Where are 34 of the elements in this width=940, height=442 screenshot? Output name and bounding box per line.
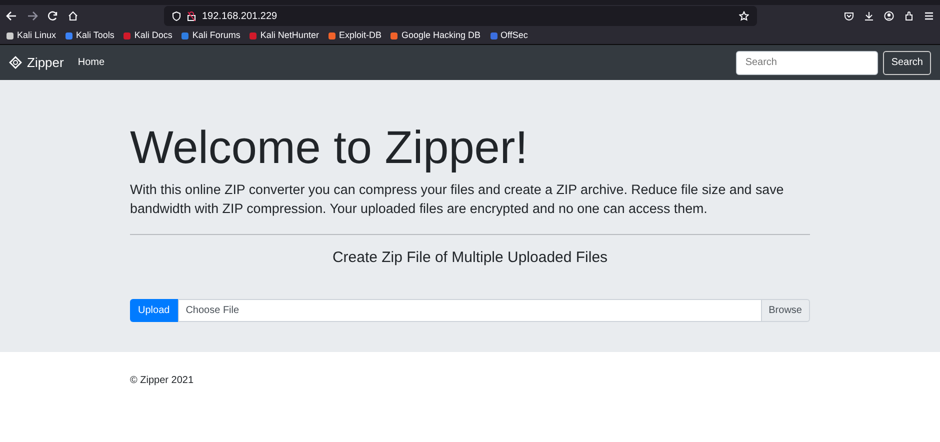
download-icon[interactable]	[864, 11, 874, 21]
search-button[interactable]: Search	[883, 50, 931, 74]
reload-icon[interactable]	[48, 11, 58, 21]
bookmark-link[interactable]: Google Hacking DB	[390, 28, 481, 42]
browse-button[interactable]: Browse	[762, 298, 810, 322]
file-input-field[interactable]: Choose File	[178, 298, 762, 322]
bookmark-link[interactable]: Exploit-DB	[328, 28, 382, 42]
lock-icon	[187, 11, 196, 21]
bookmark-link[interactable]: Kali Linux	[6, 28, 56, 42]
hero-title: Welcome to Zipper!	[130, 120, 529, 175]
star-icon[interactable]	[739, 11, 749, 21]
section-subtitle: Create Zip File of Multiple Uploaded Files	[331, 248, 609, 268]
back-icon[interactable]	[6, 11, 17, 21]
bookmark-link[interactable]: Kali Docs	[123, 28, 172, 42]
account-icon[interactable]	[884, 11, 894, 21]
bookmark-link[interactable]: Kali Tools	[65, 28, 114, 42]
bookmark-link[interactable]: OffSec	[490, 28, 528, 42]
address-bar[interactable]: 192.168.201.229	[164, 6, 757, 26]
logo-icon	[9, 56, 22, 69]
footer-text: © Zipper 2021	[130, 375, 194, 386]
pocket-icon[interactable]	[844, 11, 854, 21]
nav-link[interactable]: Home	[78, 55, 105, 70]
bookmark-link[interactable]: Kali Forums	[181, 28, 240, 42]
search-field[interactable]: Search	[736, 50, 878, 74]
extensions-icon[interactable]	[904, 11, 914, 21]
shield-icon	[172, 11, 181, 21]
menu-icon[interactable]	[924, 11, 934, 21]
upload-button[interactable]: Upload	[130, 298, 178, 322]
bookmark-link[interactable]: Kali NetHunter	[249, 28, 319, 42]
forward-icon[interactable]	[27, 11, 38, 21]
url-text: 192.168.201.229	[202, 10, 278, 24]
brand-link[interactable]: Zipper	[9, 52, 64, 72]
home-icon[interactable]	[68, 11, 78, 21]
hero-lead: With this online ZIP converter you can compress your files and create a ZIP archive. Reduce file size and save bandwidth with ZIP compression. Your uploaded files are encrypted and no one can access them.	[130, 181, 785, 218]
